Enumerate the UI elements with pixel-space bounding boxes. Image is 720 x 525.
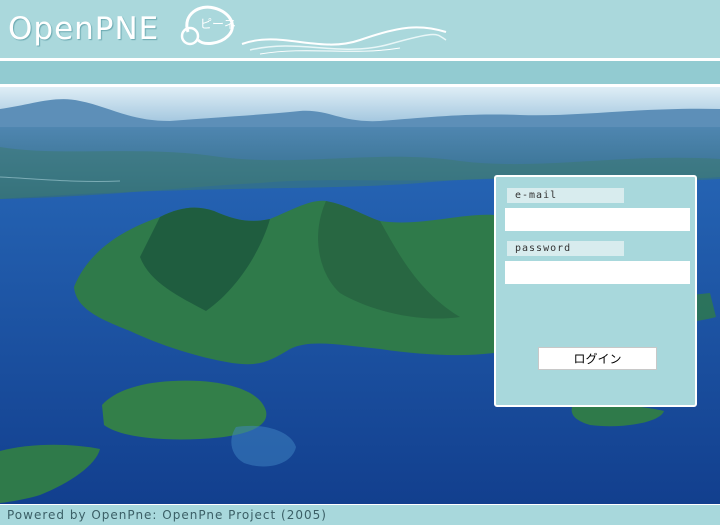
login-button[interactable]: ログイン [538,347,657,370]
header: OpenPNE ピーネ [0,0,720,58]
logo: OpenPNE [8,6,159,52]
swoosh-decoration [241,26,447,55]
footer-text: Powered by OpenPne: OpenPne Project (200… [7,508,327,522]
logo-badge-icon: ピーネ [180,5,236,46]
logo-badge-text: ピーネ [200,17,236,31]
email-label: e-mail [507,188,624,203]
header-band [0,61,720,84]
login-panel: e-mail password ログイン [494,175,697,407]
password-label: password [507,241,624,256]
footer: Powered by OpenPne: OpenPne Project (200… [0,504,720,525]
password-field[interactable] [505,261,690,284]
email-field[interactable] [505,208,690,231]
logo-text: OpenPNE [8,11,160,47]
